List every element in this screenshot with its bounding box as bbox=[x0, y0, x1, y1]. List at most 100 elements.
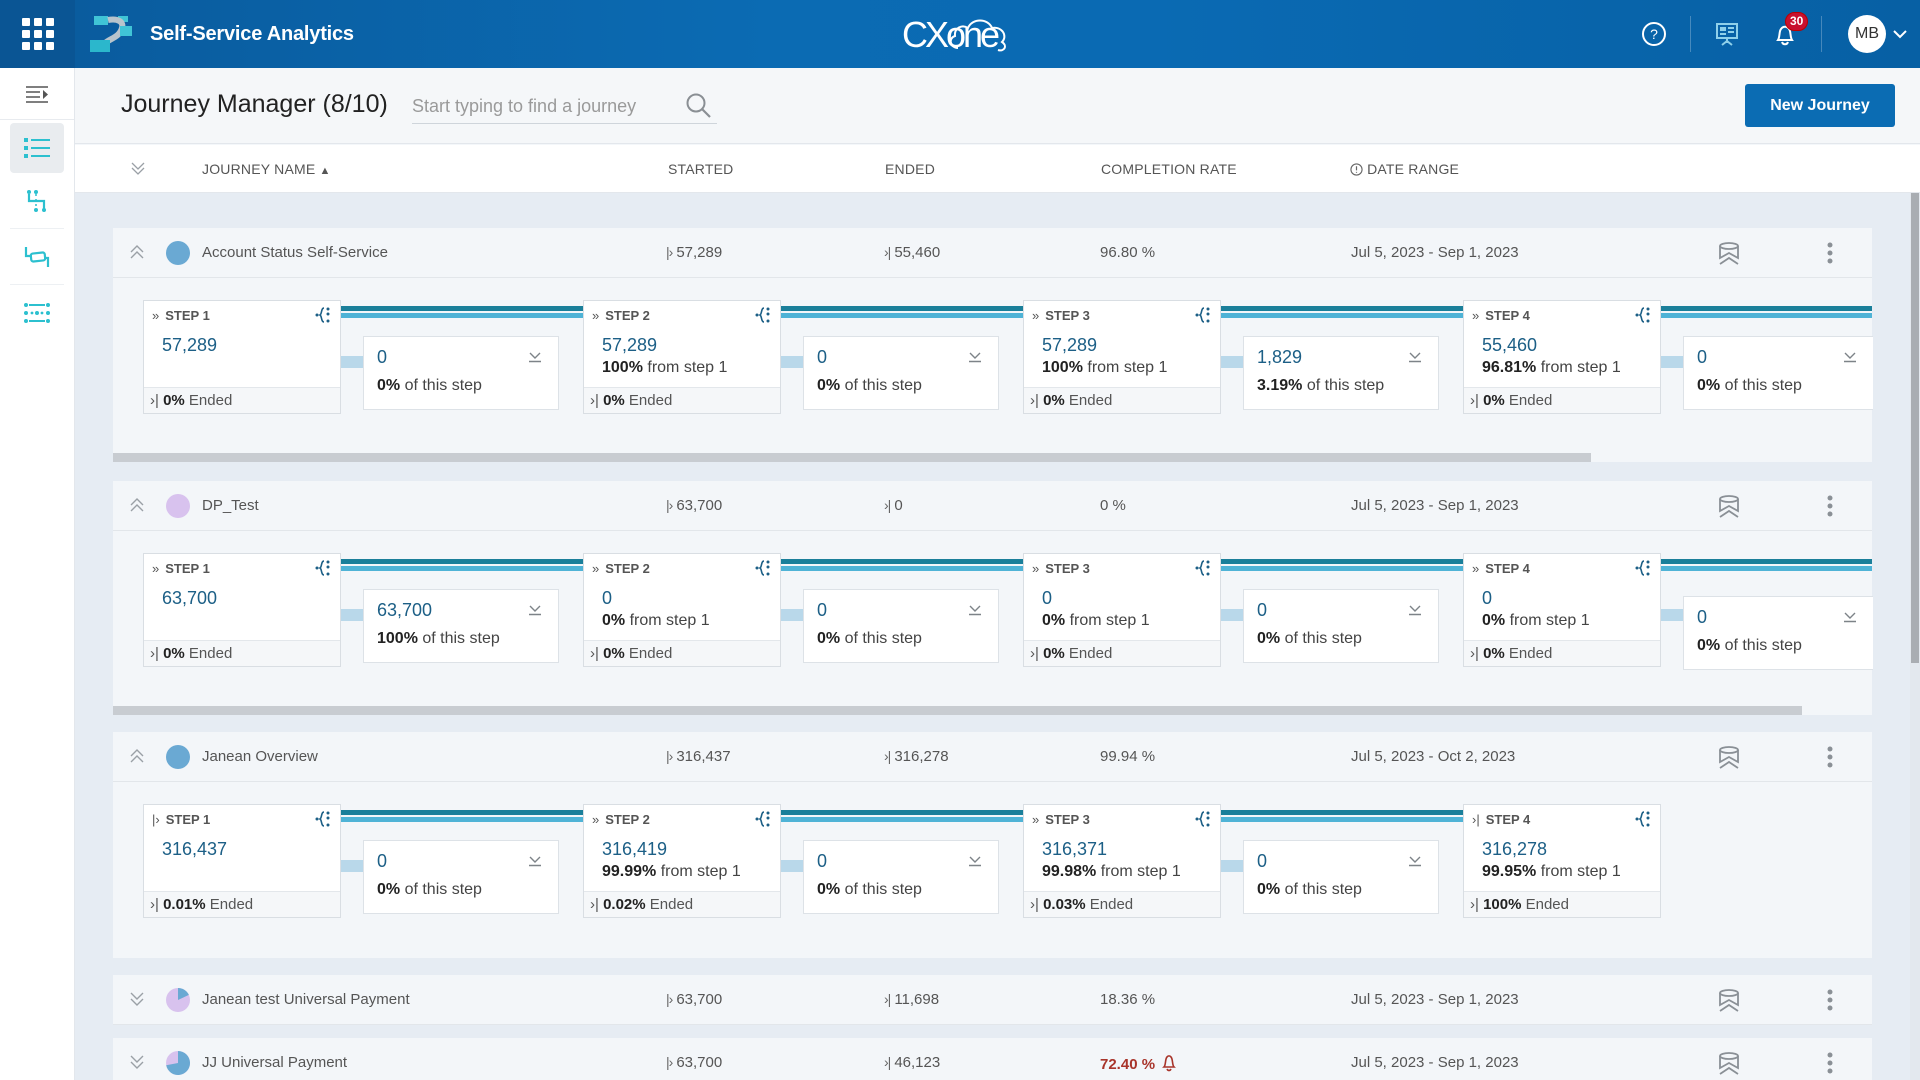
step-card[interactable]: » STEP 2 57,289 100% from step 1 ›| 0% Ended bbox=[583, 300, 781, 414]
exit-download-icon[interactable] bbox=[1408, 855, 1422, 867]
exit-download-icon[interactable] bbox=[1408, 351, 1422, 363]
collapse-chevron-icon[interactable] bbox=[127, 746, 147, 766]
branch-icon[interactable] bbox=[754, 559, 772, 577]
branch-icon[interactable] bbox=[1634, 559, 1652, 577]
exit-download-icon[interactable] bbox=[968, 351, 982, 363]
journey-name[interactable]: Janean test Universal Payment bbox=[202, 991, 410, 1008]
step-card[interactable]: » STEP 3 316,371 99.98% from step 1 ›| 0.03%… bbox=[1023, 804, 1221, 918]
step-card[interactable]: ›| STEP 4 316,278 99.95% from step 1 ›| 100%… bbox=[1463, 804, 1661, 918]
branch-icon[interactable] bbox=[314, 306, 332, 324]
step-card[interactable]: » STEP 4 55,460 96.81% from step 1 ›| 0% End… bbox=[1463, 300, 1661, 414]
step-next-icon: » bbox=[592, 812, 600, 827]
percent-value: 0% bbox=[1257, 881, 1281, 898]
branch-icon[interactable] bbox=[1634, 810, 1652, 828]
sidebar-item-flow[interactable] bbox=[10, 176, 64, 226]
report-icon[interactable] bbox=[1716, 240, 1742, 266]
journey-row-header[interactable]: Account Status Self-Service |› 57,289 ›| 5… bbox=[113, 228, 1872, 278]
horizontal-scrollbar[interactable] bbox=[113, 453, 1591, 462]
journey-row-header[interactable]: DP_Test |› 63,700 ›| 0 0 % Jul 5, 2023 - S… bbox=[113, 481, 1872, 531]
journey-name[interactable]: Janean Overview bbox=[202, 748, 318, 765]
report-icon[interactable] bbox=[1716, 1050, 1742, 1076]
column-date-range[interactable]: DATE RANGE bbox=[1350, 161, 1459, 177]
journey-row-header[interactable]: Janean Overview |› 316,437 ›| 316,278 99.9… bbox=[113, 732, 1872, 782]
expand-all-icon[interactable] bbox=[129, 159, 147, 177]
sidebar-item-steps[interactable] bbox=[10, 288, 64, 338]
notifications-button[interactable]: 30 bbox=[1771, 12, 1809, 48]
exit-download-icon[interactable] bbox=[528, 604, 542, 616]
report-icon[interactable] bbox=[1716, 987, 1742, 1013]
more-options-icon[interactable] bbox=[1825, 987, 1835, 1013]
more-options-icon[interactable] bbox=[1825, 1050, 1835, 1076]
sidebar-item-journeys[interactable] bbox=[10, 123, 64, 173]
column-ended[interactable]: ENDED bbox=[885, 161, 935, 177]
more-options-icon[interactable] bbox=[1825, 493, 1835, 519]
drop-off-card[interactable]: 0 0% of this step bbox=[1683, 336, 1873, 410]
step-card[interactable]: » STEP 3 0 0% from step 1 ›| 0% Ended bbox=[1023, 553, 1221, 667]
user-avatar[interactable]: MB bbox=[1848, 15, 1886, 53]
journey-row-header[interactable]: Janean test Universal Payment |› 63,700 ›… bbox=[113, 975, 1872, 1025]
column-journey-name[interactable]: JOURNEY NAME ▲ bbox=[202, 161, 331, 177]
journey-name[interactable]: JJ Universal Payment bbox=[202, 1054, 347, 1071]
collapse-chevron-icon[interactable] bbox=[127, 495, 147, 515]
sidebar-toggle[interactable] bbox=[0, 68, 74, 120]
branch-icon[interactable] bbox=[314, 559, 332, 577]
exit-download-icon[interactable] bbox=[968, 604, 982, 616]
branch-icon[interactable] bbox=[1634, 306, 1652, 324]
step-card[interactable]: |› STEP 1 316,437 ›| 0.01% Ended bbox=[143, 804, 341, 918]
drop-off-count: 0 bbox=[817, 600, 828, 620]
exit-download-icon[interactable] bbox=[1843, 351, 1857, 363]
app-launcher-button[interactable] bbox=[0, 0, 75, 68]
report-icon[interactable] bbox=[1716, 493, 1742, 519]
collapse-chevron-icon[interactable] bbox=[127, 242, 147, 262]
sidebar-item-path[interactable] bbox=[10, 232, 64, 282]
drop-off-card[interactable]: 1,829 3.19% of this step bbox=[1243, 336, 1439, 410]
help-button[interactable]: ? bbox=[1640, 20, 1668, 48]
branch-icon[interactable] bbox=[314, 810, 332, 828]
drop-off-card[interactable]: 0 0% of this step bbox=[363, 336, 559, 410]
column-completion-rate[interactable]: COMPLETION RATE bbox=[1101, 161, 1237, 177]
journey-name[interactable]: DP_Test bbox=[202, 497, 259, 514]
drop-off-card[interactable]: 0 0% of this step bbox=[803, 336, 999, 410]
step-next-icon: » bbox=[152, 561, 160, 576]
step-card[interactable]: » STEP 1 57,289 ›| 0% Ended bbox=[143, 300, 341, 414]
drop-off-card[interactable]: 0 0% of this step bbox=[1243, 589, 1439, 663]
expand-chevron-icon[interactable] bbox=[127, 1052, 147, 1072]
step-card[interactable]: » STEP 3 57,289 100% from step 1 ›| 0% Ended bbox=[1023, 300, 1221, 414]
vertical-scrollbar-thumb[interactable] bbox=[1911, 193, 1919, 663]
search-icon[interactable] bbox=[685, 92, 713, 120]
branch-icon[interactable] bbox=[754, 306, 772, 324]
drop-off-card[interactable]: 0 0% of this step bbox=[1683, 596, 1873, 670]
journey-name[interactable]: Account Status Self-Service bbox=[202, 244, 388, 261]
drop-off-card[interactable]: 0 0% of this step bbox=[803, 840, 999, 914]
exit-download-icon[interactable] bbox=[528, 855, 542, 867]
step-card[interactable]: » STEP 2 0 0% from step 1 ›| 0% Ended bbox=[583, 553, 781, 667]
branch-icon[interactable] bbox=[1194, 559, 1212, 577]
step-card[interactable]: » STEP 2 316,419 99.99% from step 1 ›| 0.02%… bbox=[583, 804, 781, 918]
horizontal-scrollbar[interactable] bbox=[113, 706, 1802, 715]
column-started[interactable]: STARTED bbox=[668, 161, 733, 177]
step-card[interactable]: » STEP 1 63,700 ›| 0% Ended bbox=[143, 553, 341, 667]
expand-chevron-icon[interactable] bbox=[127, 989, 147, 1009]
report-icon[interactable] bbox=[1716, 744, 1742, 770]
branch-icon[interactable] bbox=[1194, 810, 1212, 828]
alert-bell-icon[interactable] bbox=[1161, 1054, 1177, 1072]
drop-off-card[interactable]: 0 0% of this step bbox=[1243, 840, 1439, 914]
chevron-down-icon[interactable] bbox=[1892, 29, 1908, 39]
exit-download-icon[interactable] bbox=[528, 351, 542, 363]
exit-download-icon[interactable] bbox=[1843, 611, 1857, 623]
vertical-scrollbar[interactable] bbox=[1910, 193, 1920, 1080]
drop-off-card[interactable]: 0 0% of this step bbox=[803, 589, 999, 663]
exit-download-icon[interactable] bbox=[1408, 604, 1422, 616]
more-options-icon[interactable] bbox=[1825, 744, 1835, 770]
more-options-icon[interactable] bbox=[1825, 240, 1835, 266]
drop-off-card[interactable]: 63,700 100% of this step bbox=[363, 589, 559, 663]
journey-row-header[interactable]: JJ Universal Payment |› 63,700 ›| 46,123 7… bbox=[113, 1038, 1872, 1080]
branch-icon[interactable] bbox=[754, 810, 772, 828]
search-input[interactable] bbox=[412, 90, 672, 122]
branch-icon[interactable] bbox=[1194, 306, 1212, 324]
exit-download-icon[interactable] bbox=[968, 855, 982, 867]
step-card[interactable]: » STEP 4 0 0% from step 1 ›| 0% Ended bbox=[1463, 553, 1661, 667]
drop-off-card[interactable]: 0 0% of this step bbox=[363, 840, 559, 914]
new-journey-button[interactable]: New Journey bbox=[1745, 84, 1895, 127]
presentation-button[interactable] bbox=[1713, 20, 1741, 48]
